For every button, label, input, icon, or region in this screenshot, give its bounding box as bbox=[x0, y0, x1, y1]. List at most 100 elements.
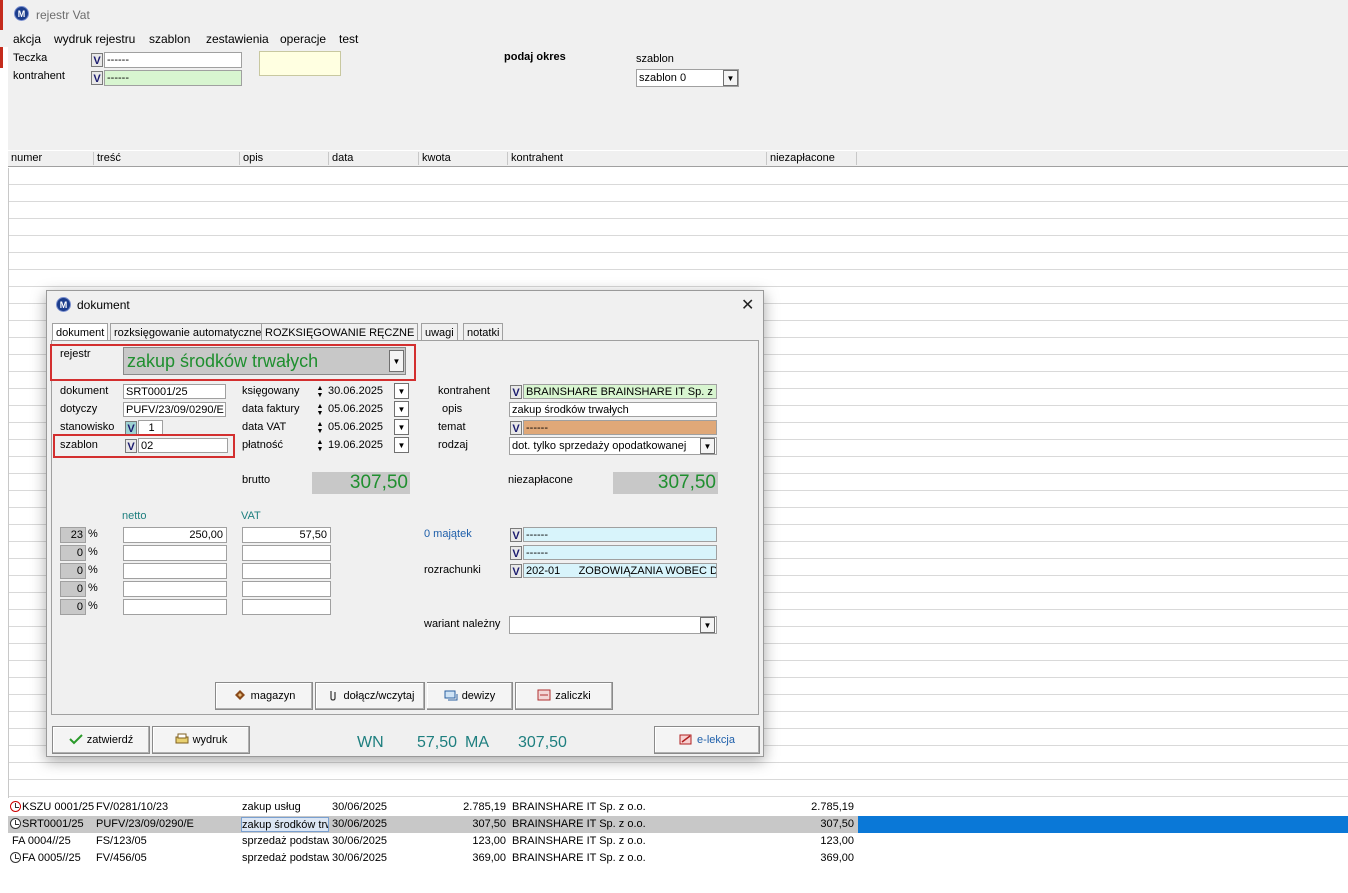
platnosc-spin-icon[interactable]: ▲ ▼ bbox=[315, 439, 325, 453]
menu-wydruk-rejestru[interactable]: wydruk rejestru bbox=[54, 32, 135, 46]
col-tresc[interactable]: treść bbox=[94, 152, 240, 165]
tab-dokument[interactable]: dokument bbox=[52, 323, 109, 341]
kontrahent-filter-field[interactable]: ------ bbox=[104, 70, 242, 86]
stanowisko-field[interactable]: 1 bbox=[138, 420, 163, 435]
magazyn-label: magazyn bbox=[250, 690, 296, 702]
chevron-down-icon[interactable]: ▼ bbox=[700, 617, 715, 633]
wydruk-button[interactable]: wydruk bbox=[152, 726, 250, 754]
menu-test[interactable]: test bbox=[339, 32, 358, 46]
vat-field[interactable] bbox=[242, 563, 331, 579]
row-data: 30/06/2025 bbox=[332, 835, 388, 847]
menu-zestawienia[interactable]: zestawienia bbox=[206, 32, 269, 46]
zatwierdz-button[interactable]: zatwierdź bbox=[52, 726, 150, 754]
chevron-down-icon[interactable]: ▼ bbox=[700, 438, 715, 454]
teczka-field[interactable]: ------ bbox=[104, 52, 242, 68]
zaliczki-button[interactable]: zaliczki bbox=[515, 682, 613, 710]
row-niezaplacone: 123,00 bbox=[820, 835, 854, 847]
chevron-down-icon[interactable]: ▼ bbox=[723, 70, 738, 86]
opis-label: opis bbox=[442, 403, 463, 415]
col-opis[interactable]: opis bbox=[240, 152, 329, 165]
majatek-label: 0 majątek bbox=[424, 528, 472, 540]
menu-szablon[interactable]: szablon bbox=[149, 32, 190, 46]
vat-field[interactable]: 57,50 bbox=[242, 527, 331, 543]
zaliczki-icon bbox=[537, 685, 551, 701]
tab-rozksiegowanie-reczne[interactable]: ROZKSIĘGOWANIE RĘCZNE bbox=[261, 323, 419, 341]
row-kwota: 307,50 bbox=[472, 818, 506, 830]
vat-field[interactable] bbox=[242, 545, 331, 561]
close-icon[interactable]: ✕ bbox=[741, 295, 754, 315]
netto-field[interactable] bbox=[123, 563, 227, 579]
data-vat-spin-icon[interactable]: ▲ ▼ bbox=[315, 421, 325, 435]
majatek-select-button[interactable]: V bbox=[510, 528, 522, 542]
dotyczy-field[interactable]: PUFV/23/09/0290/E bbox=[123, 402, 226, 417]
table-row[interactable]: FA 0004//25 FS/123/05 sprzedaż podstaw 3… bbox=[8, 833, 1348, 850]
teczka-select-button[interactable]: V bbox=[91, 53, 103, 67]
kontrahent-filter-label: kontrahent bbox=[13, 70, 65, 82]
opis-field[interactable]: zakup środków trwałych bbox=[509, 402, 717, 417]
dewizy-button[interactable]: dewizy bbox=[427, 682, 513, 710]
table-row[interactable]: FA 0005//25 FV/456/05 sprzedaż podstaw 3… bbox=[8, 850, 1348, 867]
majatek2-field[interactable]: ------ bbox=[523, 545, 717, 560]
row-kontrahent: BRAINSHARE IT Sp. z o.o. bbox=[512, 835, 646, 847]
platnosc-label: płatność bbox=[242, 439, 283, 451]
dolacz-wczytaj-button[interactable]: dołącz/wczytaj bbox=[315, 682, 425, 710]
zaliczki-label: zaliczki bbox=[555, 690, 591, 702]
row-numer: KSZU 0001/25 bbox=[22, 801, 95, 813]
platnosc-value[interactable]: 19.06.2025 bbox=[328, 439, 383, 451]
data-vat-dropdown-icon[interactable]: ▼ bbox=[394, 419, 409, 435]
kontrahent-select-button[interactable]: V bbox=[91, 71, 103, 85]
menu-operacje[interactable]: operacje bbox=[280, 32, 326, 46]
tab-uwagi[interactable]: uwagi bbox=[421, 323, 458, 341]
col-data[interactable]: data bbox=[329, 152, 419, 165]
row-niezaplacone: 369,00 bbox=[820, 852, 854, 864]
vat-header: VAT bbox=[241, 510, 261, 522]
ksiegowany-value[interactable]: 30.06.2025 bbox=[328, 385, 383, 397]
col-kontrahent[interactable]: kontrahent bbox=[508, 152, 767, 165]
vat-field[interactable] bbox=[242, 599, 331, 615]
dotyczy-label: dotyczy bbox=[60, 403, 98, 415]
grid-header: numer treść opis data kwota kontrahent n… bbox=[8, 151, 1348, 167]
rate-box: 0 bbox=[60, 563, 86, 579]
wn-value: 57,50 bbox=[417, 734, 458, 751]
tab-notatki[interactable]: notatki bbox=[463, 323, 504, 341]
kontrahent-field[interactable]: BRAINSHARE BRAINSHARE IT Sp. z o bbox=[523, 384, 717, 399]
period-field[interactable] bbox=[259, 51, 341, 76]
temat-field[interactable]: ------ bbox=[523, 420, 717, 435]
menu-akcja[interactable]: akcja bbox=[13, 32, 41, 46]
netto-field[interactable] bbox=[123, 545, 227, 561]
col-kwota[interactable]: kwota bbox=[419, 152, 508, 165]
ksiegowany-dropdown-icon[interactable]: ▼ bbox=[394, 383, 409, 399]
netto-field[interactable] bbox=[123, 599, 227, 615]
majatek-field[interactable]: ------ bbox=[523, 527, 717, 542]
rodzaj-select[interactable]: dot. tylko sprzedaży opodatkowanej bbox=[509, 437, 717, 455]
tab-rozksiegowanie-automatyczne[interactable]: rozksięgowanie automatyczne bbox=[110, 323, 266, 341]
rate-box: 23 bbox=[60, 527, 86, 543]
col-numer[interactable]: numer bbox=[8, 152, 94, 165]
e-lekcja-button[interactable]: e-lekcja bbox=[654, 726, 760, 754]
temat-select-button[interactable]: V bbox=[510, 421, 522, 435]
kontrahent-select-button[interactable]: V bbox=[510, 385, 522, 399]
row-opis: sprzedaż podstaw bbox=[242, 835, 329, 847]
data-vat-value[interactable]: 05.06.2025 bbox=[328, 421, 383, 433]
majatek2-select-button[interactable]: V bbox=[510, 546, 522, 560]
netto-field[interactable]: 250,00 bbox=[123, 527, 227, 543]
data-faktury-spin-icon[interactable]: ▲ ▼ bbox=[315, 403, 325, 417]
table-row[interactable]: KSZU 0001/25 FV/0281/10/23 zakup usług 3… bbox=[8, 799, 1348, 816]
data-faktury-value[interactable]: 05.06.2025 bbox=[328, 403, 383, 415]
col-niezaplacone[interactable]: niezapłacone bbox=[767, 152, 857, 165]
row-opis: sprzedaż podstaw bbox=[242, 852, 329, 864]
data-faktury-dropdown-icon[interactable]: ▼ bbox=[394, 401, 409, 417]
rozrachunki-select-button[interactable]: V bbox=[510, 564, 522, 578]
dokument-field[interactable]: SRT0001/25 bbox=[123, 384, 226, 399]
stanowisko-select-button[interactable]: V bbox=[125, 421, 137, 435]
wariant-select[interactable] bbox=[509, 616, 717, 634]
percent-sign: % bbox=[88, 582, 98, 594]
netto-field[interactable] bbox=[123, 581, 227, 597]
platnosc-dropdown-icon[interactable]: ▼ bbox=[394, 437, 409, 453]
ksiegowany-spin-icon[interactable]: ▲ ▼ bbox=[315, 385, 325, 399]
rozrachunki-field[interactable]: 202-01 ZOBOWIĄZANIA WOBEC D bbox=[523, 563, 717, 578]
table-row-selected[interactable]: SRT0001/25 PUFV/23/09/0290/E zakup środk… bbox=[8, 816, 1348, 833]
vat-field[interactable] bbox=[242, 581, 331, 597]
rodzaj-label: rodzaj bbox=[438, 439, 468, 451]
magazyn-button[interactable]: magazyn bbox=[215, 682, 313, 710]
